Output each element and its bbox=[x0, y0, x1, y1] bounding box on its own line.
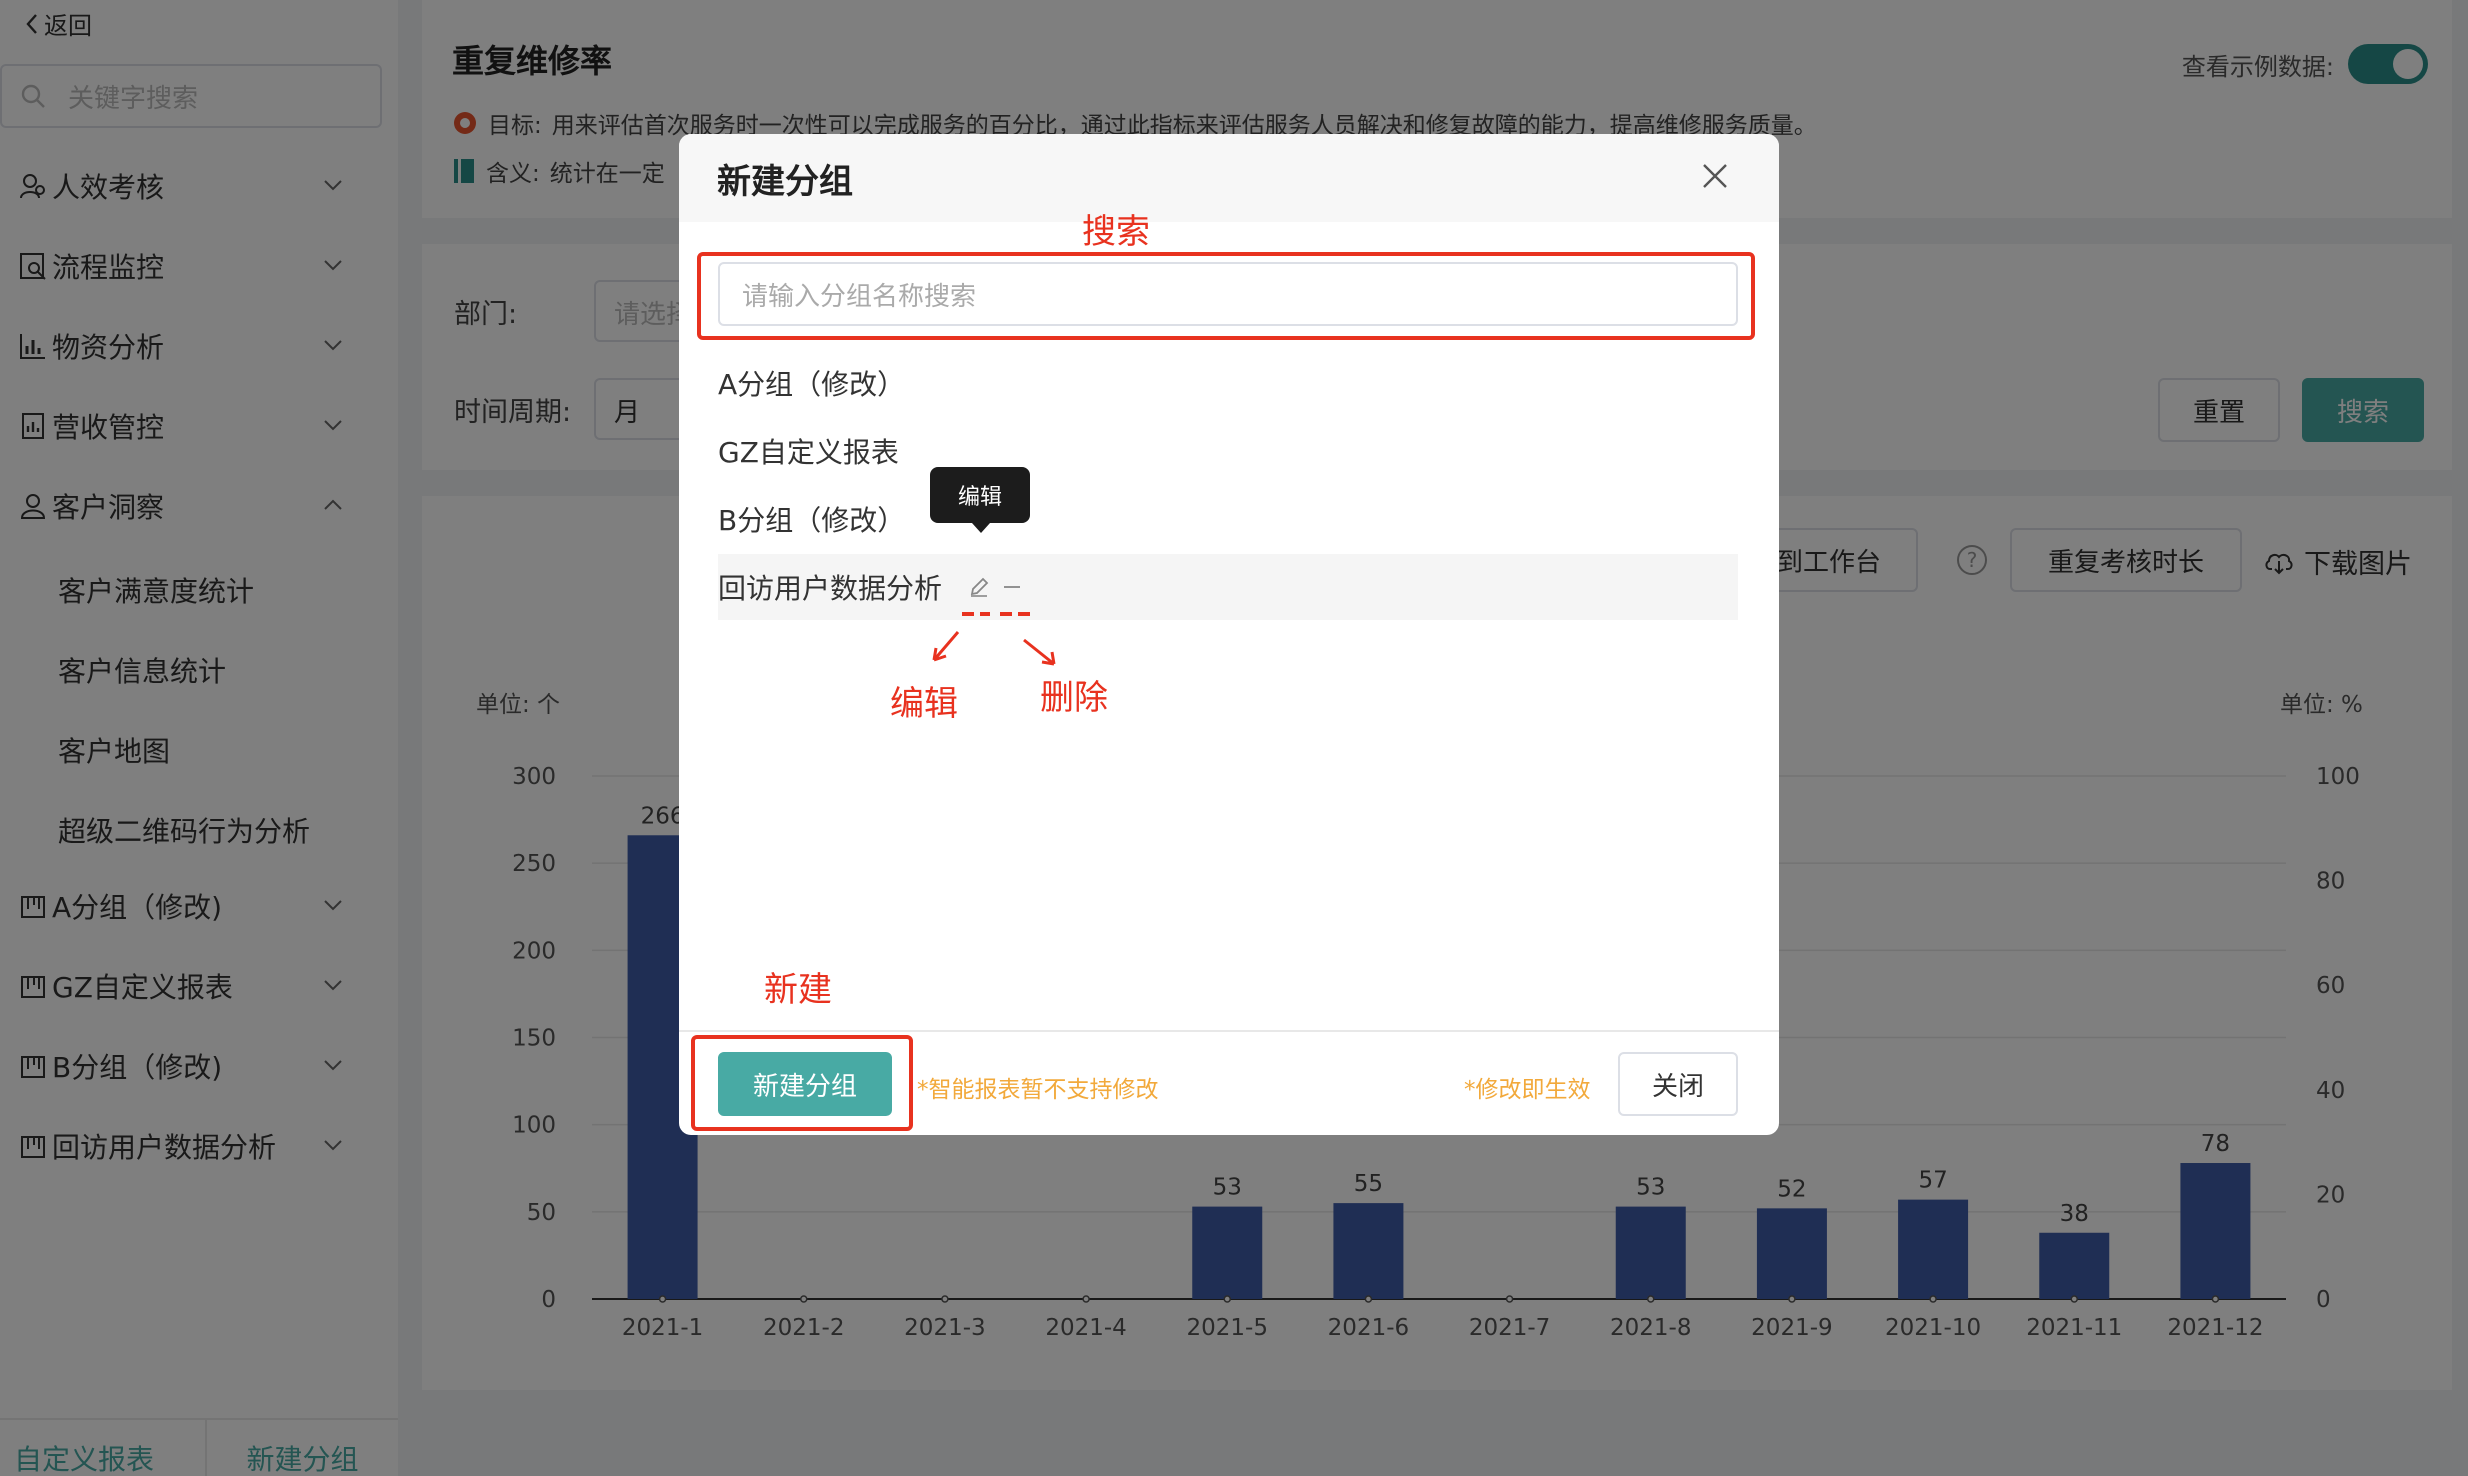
annotation-arrow-delete bbox=[1023, 638, 1056, 666]
annotation-arrow-edit bbox=[932, 631, 960, 662]
annotation-arrows bbox=[932, 612, 1056, 666]
